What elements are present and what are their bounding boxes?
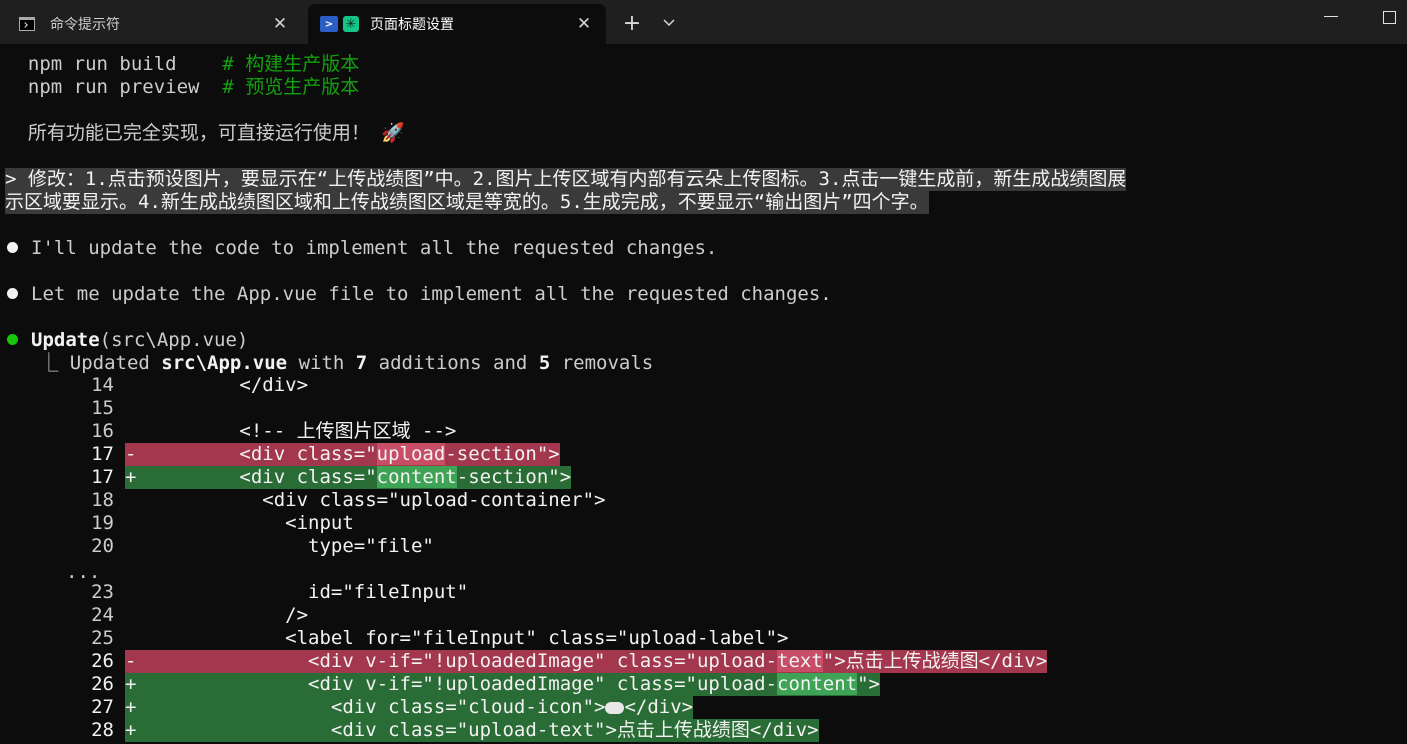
line-number: 26: [91, 673, 114, 695]
line-number: 16: [91, 420, 114, 442]
line-number: 28: [91, 719, 114, 741]
diff-highlight: content: [777, 673, 858, 695]
assistant-message: Let me update the App.vue file to implem…: [5, 283, 832, 306]
minimize-button[interactable]: [1324, 16, 1338, 17]
tab-label: 命令提示符: [50, 17, 120, 33]
tab-command-prompt[interactable]: 命令提示符 ✕: [6, 4, 302, 44]
line-number: 17: [91, 443, 114, 465]
new-tab-button[interactable]: +: [614, 6, 650, 40]
close-tab-icon[interactable]: ✕: [570, 10, 598, 38]
diff-context-line: type="file": [170, 535, 434, 557]
tool-call-line: Update(src\App.vue): [5, 329, 248, 352]
diff-added-line: + <div class="upload-text">点击上传战绩图</div>: [125, 719, 819, 742]
diff-highlight: text: [777, 650, 823, 672]
tool-result-line: ⎿ Updated src\App.vue with 7 additions a…: [5, 352, 654, 374]
line-number: 23: [91, 581, 114, 603]
bullet-icon: [7, 287, 18, 299]
line-number: 14: [91, 374, 114, 396]
line-number: 27: [91, 696, 114, 718]
tab-page-title-settings[interactable]: > ✳ 页面标题设置 ✕: [308, 4, 606, 44]
line-number: 17: [91, 466, 114, 488]
diff-context-line: [125, 397, 171, 420]
title-bar: 命令提示符 ✕ > ✳ 页面标题设置 ✕ +: [0, 0, 1407, 44]
done-line: 所有功能已完全实现，可直接运行使用！ 🚀: [27, 122, 406, 144]
rocket-icon: 🚀: [381, 122, 406, 144]
tab-label: 页面标题设置: [370, 17, 454, 33]
diff-context-line: <input: [170, 512, 354, 534]
close-tab-icon[interactable]: ✕: [266, 10, 294, 38]
diff-removed-line: - <div class="upload-section">: [125, 443, 560, 466]
maximize-button[interactable]: [1383, 11, 1396, 24]
diff-highlight: upload: [376, 443, 446, 465]
cloud-icon: [605, 701, 625, 714]
user-prompt-line-2: 示区域要显示。4.新生成战绩图区域和上传战绩图区域是等宽的。5.生成完成，不要显…: [5, 191, 929, 214]
diff-highlight: content: [376, 466, 457, 488]
preview-line: npm run preview # 预览生产版本: [27, 76, 360, 98]
user-prompt-line-1: > 修改：1.点击预设图片，要显示在“上传战绩图”中。2.图片上传区域有内部有云…: [5, 168, 1127, 191]
claude-star-icon: ✳: [343, 15, 364, 33]
bullet-icon: [7, 241, 18, 253]
line-number: 18: [91, 489, 114, 511]
diff-added-line: + <div v-if="!uploadedImage" class="uplo…: [125, 673, 880, 696]
diff-removed-line: - <div v-if="!uploadedImage" class="uplo…: [125, 650, 1048, 673]
line-number: 25: [91, 627, 114, 649]
line-number: 19: [91, 512, 114, 534]
chevron-down-icon[interactable]: [652, 6, 686, 40]
cmd-icon: [18, 15, 36, 33]
diff-context-line: <div class="upload-container">: [170, 489, 606, 511]
diff-context-line: </div>: [170, 374, 309, 396]
diff-added-line: + <div class="content-section">: [125, 466, 572, 489]
status-dot-icon: [7, 333, 18, 345]
line-number: 20: [91, 535, 114, 557]
powershell-icon: >: [320, 15, 338, 33]
diff-context-line: <!-- 上传图片区域 -->: [170, 420, 457, 442]
diff-ellipsis: ...: [66, 561, 101, 583]
line-number: 26: [91, 650, 114, 672]
line-number: 15: [91, 397, 114, 419]
diff-added-line: + <div class="cloud-icon"> </div>: [125, 696, 694, 719]
diff-context-line: />: [170, 604, 309, 626]
terminal-output[interactable]: npm run build # 构建生产版本 npm run preview #…: [0, 44, 1407, 744]
diff-context-line: <label for="fileInput" class="upload-lab…: [170, 627, 789, 649]
assistant-message: I'll update the code to implement all th…: [5, 237, 717, 260]
build-line: npm run build # 构建生产版本: [27, 53, 360, 75]
diff-context-line: id="fileInput": [170, 581, 469, 603]
line-number: 24: [91, 604, 114, 626]
